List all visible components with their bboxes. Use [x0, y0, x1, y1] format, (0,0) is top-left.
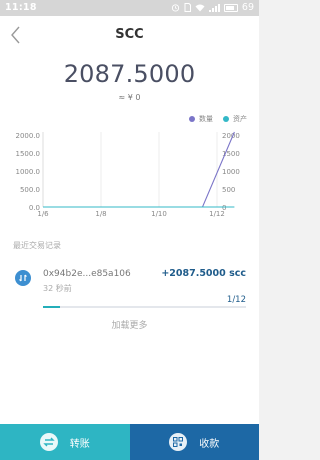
qr-code-icon	[169, 433, 188, 451]
transfer-icon	[39, 433, 58, 451]
y-tick-label-left: 2000.0	[16, 132, 41, 140]
x-tick-label: 1/8	[95, 210, 106, 218]
tx-address[interactable]: 0x94b2e...e85a106	[43, 269, 131, 279]
x-tick-label: 1/12	[209, 210, 225, 218]
tx-progress-bar	[43, 306, 246, 308]
legend-label-quantity: 数量	[199, 115, 213, 123]
load-more-button[interactable]: 加载更多	[0, 318, 259, 331]
page-title: SCC	[115, 27, 144, 42]
y-tick-label-right: 1000	[222, 168, 240, 176]
tx-time: 32 秒前	[43, 284, 72, 293]
records-panel: 最近交易记录 0x94b2e...e85a106 +2087.5000 scc …	[0, 230, 259, 424]
y-tick-label-right: 500	[222, 186, 235, 194]
receive-button[interactable]: 收款	[129, 424, 259, 460]
status-time: 11:18	[5, 2, 37, 13]
balance-chart: 2000.01500.01000.0500.00.020001500100050…	[16, 131, 240, 218]
tx-type-icon	[15, 270, 31, 286]
balance-amount: 2087.5000	[63, 60, 196, 88]
battery-icon	[223, 3, 238, 12]
series-line	[43, 131, 235, 208]
fiat-value: ≈ ¥ 0	[118, 93, 141, 102]
header-panel: SCC 2087.5000 ≈ ¥ 0 数量 资产 2000.0 1500.0 10…	[0, 16, 259, 238]
records-header: 最近交易记录	[13, 241, 61, 250]
sim-icon	[184, 3, 191, 12]
transfer-in-icon	[19, 274, 27, 282]
tx-amount: +2087.5000 scc	[161, 268, 246, 279]
y-tick-label-left: 1000.0	[16, 168, 41, 176]
transfer-button[interactable]: 转账	[0, 424, 130, 460]
alarm-icon	[171, 4, 180, 12]
transfer-label: 转账	[69, 438, 90, 450]
battery-level: 69	[241, 2, 254, 13]
receive-label: 收款	[199, 438, 220, 450]
legend-dot-assets	[223, 116, 229, 122]
signal-icon	[208, 3, 220, 12]
status-icons: 69	[171, 2, 254, 13]
status-bar: 11:18 69	[0, 0, 259, 16]
x-tick-label: 1/6	[37, 210, 49, 218]
legend-item-quantity: 数量	[189, 114, 213, 124]
x-tick-label: 1/10	[151, 210, 167, 218]
y-tick-label-left: 1500.0	[16, 150, 41, 158]
y-tick-label-left: 500.0	[20, 186, 40, 194]
bottom-action-bar: 转账 收款	[0, 424, 259, 460]
legend-label-assets: 资产	[233, 115, 247, 123]
legend-dot-quantity	[189, 116, 195, 122]
tx-progress-fill	[43, 306, 60, 308]
wifi-icon	[195, 4, 205, 11]
legend-item-assets: 资产	[223, 114, 247, 124]
tx-confirmations: 1/12	[226, 295, 246, 305]
chart-legend: 数量 资产	[189, 114, 247, 124]
